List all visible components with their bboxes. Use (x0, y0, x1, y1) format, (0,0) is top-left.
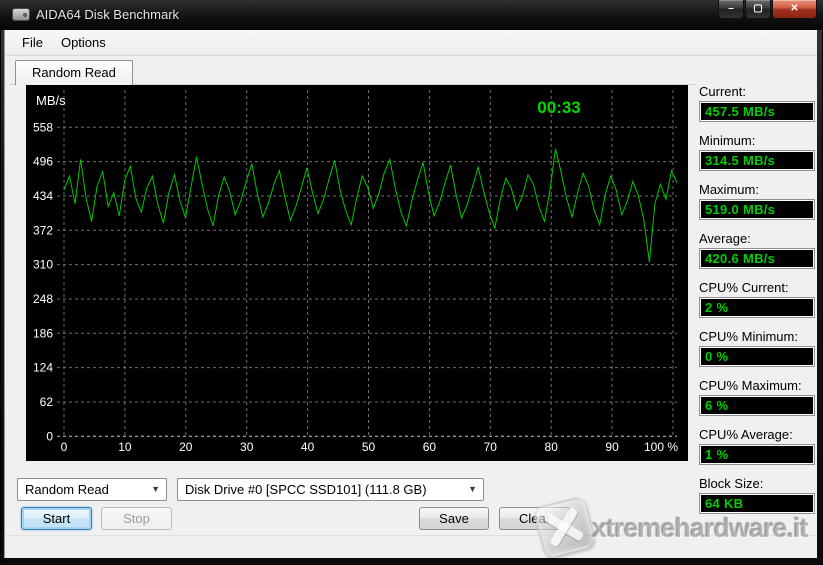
stat-label: Maximum: (699, 182, 815, 198)
stat-label: CPU% Current: (699, 280, 815, 296)
svg-text:248: 248 (33, 292, 53, 306)
status-bar (5, 535, 817, 558)
svg-text:372: 372 (33, 223, 53, 237)
chevron-down-icon: ▼ (468, 479, 477, 500)
stat-label: Current: (699, 84, 815, 100)
svg-text:20: 20 (179, 440, 193, 454)
stats-panel: Current:457.5 MB/s Minimum:314.5 MB/s Maxi… (699, 84, 815, 525)
stat-item: Block Size:64 KB (699, 476, 815, 514)
stat-label: Minimum: (699, 133, 815, 149)
svg-text:62: 62 (40, 395, 54, 409)
svg-text:00:33: 00:33 (537, 98, 580, 117)
chart-container: 0 62 124 186 248 310 372 434 496 558 0 10 20 30 40 50 60… (26, 85, 688, 461)
stat-item: Average:420.6 MB/s (699, 231, 815, 269)
svg-text:100 %: 100 % (644, 440, 678, 454)
svg-text:10: 10 (118, 440, 132, 454)
stat-item: CPU% Maximum:6 % (699, 378, 815, 416)
svg-text:70: 70 (484, 440, 498, 454)
maximize-button[interactable]: ▢ (745, 0, 771, 19)
chevron-down-icon: ▼ (151, 479, 160, 500)
stat-value: 2 % (699, 297, 815, 318)
stat-item: Minimum:314.5 MB/s (699, 133, 815, 171)
menu-file[interactable]: File (13, 31, 52, 54)
svg-text:40: 40 (301, 440, 315, 454)
save-button[interactable]: Save (419, 507, 489, 530)
svg-text:434: 434 (33, 189, 53, 203)
clear-button[interactable]: Clear (499, 507, 570, 530)
stat-label: CPU% Maximum: (699, 378, 815, 394)
svg-text:558: 558 (33, 120, 53, 134)
menu-options[interactable]: Options (52, 31, 115, 54)
benchmark-chart: 0 62 124 186 248 310 372 434 496 558 0 10 20 30 40 50 60… (26, 85, 688, 461)
close-button[interactable]: ✕ (772, 0, 817, 19)
stat-item: CPU% Average:1 % (699, 427, 815, 465)
svg-text:0: 0 (61, 440, 68, 454)
svg-text:310: 310 (33, 258, 53, 272)
svg-text:186: 186 (33, 326, 53, 340)
svg-text:50: 50 (362, 440, 376, 454)
title-bar: AIDA64 Disk Benchmark – ▢ ✕ (0, 0, 823, 30)
svg-text:80: 80 (545, 440, 559, 454)
svg-text:90: 90 (605, 440, 619, 454)
stat-value: 420.6 MB/s (699, 248, 815, 269)
benchmark-type-value: Random Read (25, 482, 109, 497)
client-area: File Options Random Read 0 62 124 186 248 310… (4, 30, 817, 558)
svg-text:60: 60 (423, 440, 437, 454)
menu-bar: File Options (5, 30, 817, 56)
svg-text:124: 124 (33, 361, 53, 375)
stat-value: 64 KB (699, 493, 815, 514)
stat-value: 0 % (699, 346, 815, 367)
stat-label: CPU% Minimum: (699, 329, 815, 345)
benchmark-type-select[interactable]: Random Read ▼ (17, 478, 167, 501)
svg-text:496: 496 (33, 155, 53, 169)
stat-value: 1 % (699, 444, 815, 465)
svg-text:0: 0 (46, 429, 53, 443)
stat-label: Block Size: (699, 476, 815, 492)
stat-label: CPU% Average: (699, 427, 815, 443)
stat-value: 457.5 MB/s (699, 101, 815, 122)
stat-value: 519.0 MB/s (699, 199, 815, 220)
drive-select[interactable]: Disk Drive #0 [SPCC SSD101] (111.8 GB) ▼ (177, 478, 484, 501)
stop-button[interactable]: Stop (101, 507, 172, 530)
disk-app-icon (12, 8, 30, 21)
stat-item: Current:457.5 MB/s (699, 84, 815, 122)
app-window: AIDA64 Disk Benchmark – ▢ ✕ File Options… (0, 0, 823, 565)
stat-item: CPU% Current:2 % (699, 280, 815, 318)
start-button[interactable]: Start (21, 507, 92, 530)
stat-item: Maximum:519.0 MB/s (699, 182, 815, 220)
stat-label: Average: (699, 231, 815, 247)
minimize-button[interactable]: – (718, 0, 744, 19)
tab-random-read[interactable]: Random Read (15, 60, 133, 85)
stat-item: CPU% Minimum:0 % (699, 329, 815, 367)
svg-text:30: 30 (240, 440, 254, 454)
window-title: AIDA64 Disk Benchmark (36, 7, 179, 22)
stat-value: 6 % (699, 395, 815, 416)
drive-select-value: Disk Drive #0 [SPCC SSD101] (111.8 GB) (185, 482, 427, 497)
svg-text:MB/s: MB/s (36, 93, 66, 108)
stat-value: 314.5 MB/s (699, 150, 815, 171)
